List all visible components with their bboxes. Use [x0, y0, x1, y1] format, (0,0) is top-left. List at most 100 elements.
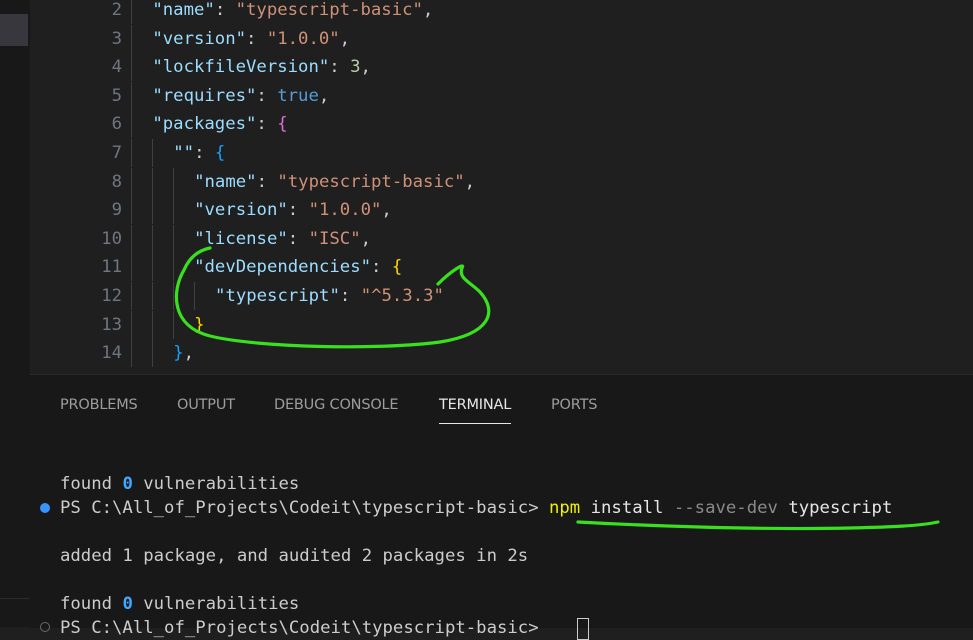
code-token: ,	[360, 228, 372, 249]
command-flag: --save-dev	[673, 498, 778, 518]
indent-guide	[131, 282, 132, 310]
line-number: 9	[111, 200, 122, 221]
prompt-path: PS C:\All_of_Projects\Codeit\typescript-…	[60, 618, 549, 638]
line-number: 11	[101, 257, 122, 278]
code-line: 10 "license": "ISC",	[30, 224, 973, 253]
code-line: 6 "packages": {	[30, 110, 973, 139]
code-token: ,	[360, 57, 371, 78]
line-number: 4	[111, 57, 122, 78]
command-arg-package: typescript	[788, 498, 893, 518]
code-token: "name"	[194, 171, 257, 192]
code-token: {	[214, 143, 226, 163]
vuln-text: vulnerabilities	[132, 474, 300, 494]
code-token: "typescript-basic"	[277, 171, 465, 192]
code-line: 9 "version": "1.0.0",	[30, 196, 973, 225]
indent-guide	[131, 253, 132, 282]
code-token: {	[391, 257, 403, 278]
indent-guide	[131, 81, 132, 110]
code-token: ,	[318, 85, 330, 106]
indent-guide	[151, 310, 153, 339]
code-text: "devDependencies": {	[194, 253, 402, 281]
vuln-count: 0	[122, 594, 133, 614]
code-text: "version": "1.0.0",	[152, 25, 350, 53]
code-text: "license": "ISC",	[194, 225, 371, 253]
code-token: "version"	[152, 28, 247, 49]
activity-bar	[0, 0, 30, 627]
code-line: 13}	[30, 310, 973, 339]
indent-guide	[131, 0, 132, 24]
code-line: 7 "": {	[30, 139, 973, 167]
indent-guide	[172, 282, 174, 310]
line-number: 6	[111, 114, 122, 135]
code-token: "^5.3.3"	[360, 286, 444, 306]
indent-guide	[193, 282, 195, 310]
code-text: },	[173, 339, 194, 367]
activity-bar-divider	[0, 598, 30, 599]
indent-guide	[131, 53, 132, 82]
tab-output[interactable]: OUTPUT	[177, 395, 235, 423]
code-token: ,	[339, 28, 351, 49]
command-npm: npm	[549, 498, 581, 518]
line-number: 8	[111, 171, 122, 192]
indent-guide	[151, 339, 153, 368]
code-editor[interactable]: 2 "name": "typescript-basic", 3 "version": …	[30, 0, 973, 374]
indent-guide	[151, 139, 153, 167]
code-token: :	[256, 171, 278, 192]
line-number: 12	[101, 286, 122, 306]
terminal-line-added: added 1 package, and audited 2 packages …	[60, 546, 529, 566]
indent-guide	[151, 253, 153, 282]
terminal-line-found-2: found 0 vulnerabilities	[60, 592, 299, 616]
code-token: :	[256, 114, 278, 135]
code-text: "version": "1.0.0",	[194, 196, 392, 224]
code-token: :	[339, 286, 361, 306]
code-token: "1.0.0"	[308, 200, 382, 221]
line-number: 14	[101, 343, 122, 364]
code-token: :	[246, 28, 267, 49]
command-decoration-success-icon[interactable]	[40, 503, 50, 513]
code-line: 14},	[30, 339, 973, 368]
tab-terminal[interactable]: TERMINAL	[439, 395, 511, 424]
code-token: 3	[350, 57, 361, 78]
code-token: :	[329, 57, 351, 78]
code-line: 8 "name": "typescript-basic",	[30, 167, 973, 196]
code-token: "license"	[194, 228, 288, 249]
code-line: 3 "version": "1.0.0",	[30, 24, 973, 53]
code-token: "version"	[194, 200, 288, 221]
indent-guide	[172, 167, 174, 196]
indent-guide	[172, 253, 174, 282]
tab-ports[interactable]: PORTS	[551, 395, 597, 423]
code-text: "typescript": "^5.3.3"	[215, 282, 444, 310]
tab-debug-console[interactable]: DEBUG CONSOLE	[274, 395, 399, 423]
code-token: "devDependencies"	[194, 257, 371, 278]
terminal-line-prompt-2: PS C:\All_of_Projects\Codeit\typescript-…	[60, 616, 549, 640]
command-decoration-icon[interactable]	[40, 622, 50, 632]
line-number: 5	[111, 85, 122, 106]
terminal-cursor	[577, 618, 589, 640]
indent-guide	[151, 196, 153, 225]
indent-guide	[131, 224, 132, 253]
activity-bar-active-item[interactable]	[0, 14, 28, 46]
code-token: ,	[381, 200, 392, 221]
vuln-count: 0	[122, 474, 133, 494]
code-token: "ISC"	[308, 228, 361, 249]
code-token: true	[277, 85, 319, 106]
terminal-line-found: found 0 vulnerabilities	[60, 472, 299, 496]
code-line: 5 "requires": true,	[30, 81, 973, 110]
found-text: found	[60, 474, 123, 494]
code-token: "lockfileVersion"	[152, 57, 330, 78]
indent-guide	[131, 139, 132, 167]
code-token: ,	[183, 343, 195, 364]
code-line: 11 "devDependencies": {	[30, 253, 973, 282]
code-token: }	[173, 343, 184, 364]
found-text: found	[60, 594, 123, 614]
code-token: :	[287, 200, 309, 221]
tab-problems[interactable]: PROBLEMS	[60, 395, 138, 423]
line-number: 13	[101, 314, 122, 335]
code-token: "typescript-basic"	[235, 0, 423, 20]
code-text: "name": "typescript-basic",	[194, 168, 475, 196]
indent-guide	[131, 196, 132, 225]
indent-guide	[131, 339, 132, 368]
indent-guide	[172, 310, 174, 339]
vuln-text: vulnerabilities	[132, 594, 300, 614]
code-token: :	[371, 257, 392, 278]
